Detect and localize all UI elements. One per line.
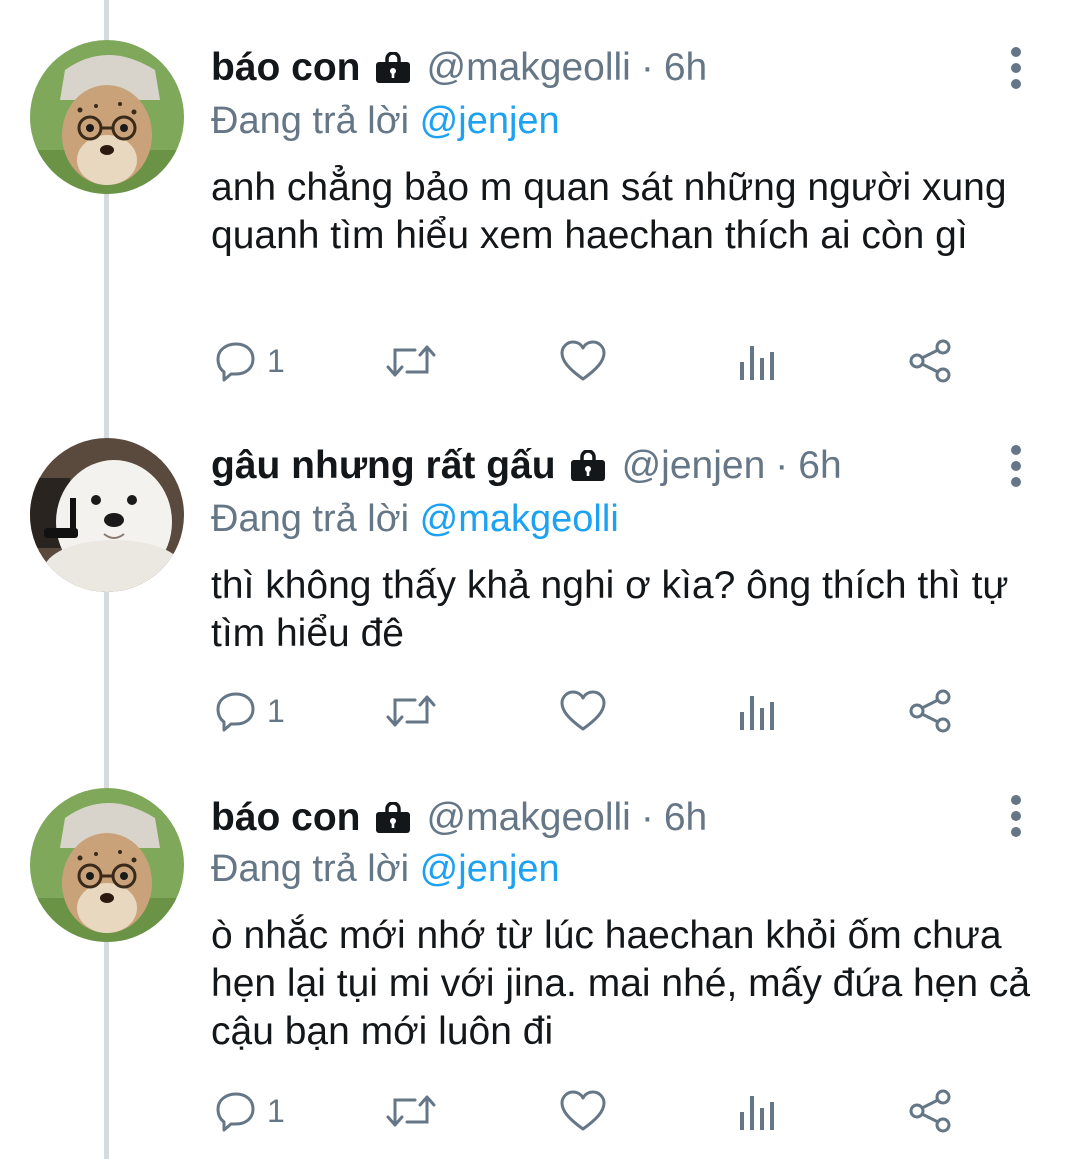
retweet-icon [386,1095,436,1127]
like-icon [560,690,606,731]
lock-icon [375,52,410,83]
retweet-button[interactable] [385,1086,437,1136]
avatar[interactable] [30,788,184,942]
tweet-text: ò nhắc mới nhớ từ lúc haechan khỏi ốm ch… [211,914,1031,1053]
analytics-button[interactable] [737,1086,777,1136]
reply-count: 1 [267,692,285,729]
share-button[interactable] [907,336,953,386]
tweet-header: báo con @makgeolli · 6h [211,788,707,848]
analytics-icon [740,1096,774,1130]
white-dog-avatar [30,438,184,592]
share-icon [909,1089,951,1133]
timestamp[interactable]: 6h [664,796,707,840]
timestamp[interactable]: 6h [664,46,707,90]
action-bar: 1 [211,686,971,736]
share-button[interactable] [907,686,953,736]
username-handle[interactable]: @jenjen [622,444,766,488]
retweet-button[interactable] [385,336,437,386]
username-handle[interactable]: @makgeolli [427,46,631,90]
reply-icon [216,1092,255,1132]
reply-button[interactable]: 1 [215,1086,285,1136]
separator-dot: · [775,444,789,487]
reply-context: Đang trả lời @makgeolli [211,498,619,541]
like-icon [560,340,606,381]
action-bar: 1 [211,336,971,386]
reply-icon [216,692,255,732]
share-button[interactable] [907,1086,953,1136]
more-vertical-icon[interactable] [1002,46,1030,90]
reply-handle-link[interactable]: @jenjen [420,100,560,142]
analytics-button[interactable] [737,686,777,736]
reply-prefix: Đang trả lời [211,498,410,540]
share-icon [909,689,951,733]
tweet-text: thì không thấy khả nghi ơ kìa? ông thích… [211,564,1009,655]
reply-context: Đang trả lời @jenjen [211,100,560,143]
like-button[interactable] [559,1086,607,1136]
more-vertical-icon[interactable] [1002,794,1030,838]
share-icon [909,339,951,383]
like-icon [560,1090,606,1131]
avatar[interactable] [30,438,184,592]
tweet-text: anh chẳng bảo m quan sát những người xun… [211,166,1007,257]
tweet-header: gâu nhưng rất gấu @jenjen · 6h [211,436,842,496]
tweet-header: báo con @makgeolli · 6h [211,38,707,98]
like-button[interactable] [559,336,607,386]
cheetah-cub-avatar [30,788,184,942]
reply-button[interactable]: 1 [215,686,285,736]
action-bar: 1 [211,1086,971,1136]
reply-prefix: Đang trả lời [211,100,410,142]
reply-prefix: Đang trả lời [211,848,410,890]
retweet-icon [386,345,436,377]
display-name[interactable]: gâu nhưng rất gấu [211,444,556,488]
lock-icon [570,450,605,481]
analytics-button[interactable] [737,336,777,386]
display-name[interactable]: báo con [211,796,361,840]
reply-handle-link[interactable]: @jenjen [420,848,560,890]
display-name[interactable]: báo con [211,46,361,90]
retweet-button[interactable] [385,686,437,736]
reply-count: 1 [267,1092,285,1129]
more-vertical-icon[interactable] [1002,444,1030,488]
analytics-icon [740,346,774,380]
reply-icon [216,342,255,382]
separator-dot: · [640,46,654,89]
cheetah-cub-avatar [30,40,184,194]
avatar[interactable] [30,40,184,194]
timestamp[interactable]: 6h [798,444,841,488]
reply-button[interactable]: 1 [215,336,285,386]
reply-count: 1 [267,342,285,379]
separator-dot: · [640,796,654,839]
lock-icon [375,802,410,833]
username-handle[interactable]: @makgeolli [427,796,631,840]
reply-handle-link[interactable]: @makgeolli [420,498,619,540]
retweet-icon [386,695,436,727]
reply-context: Đang trả lời @jenjen [211,848,560,891]
analytics-icon [740,696,774,730]
like-button[interactable] [559,686,607,736]
